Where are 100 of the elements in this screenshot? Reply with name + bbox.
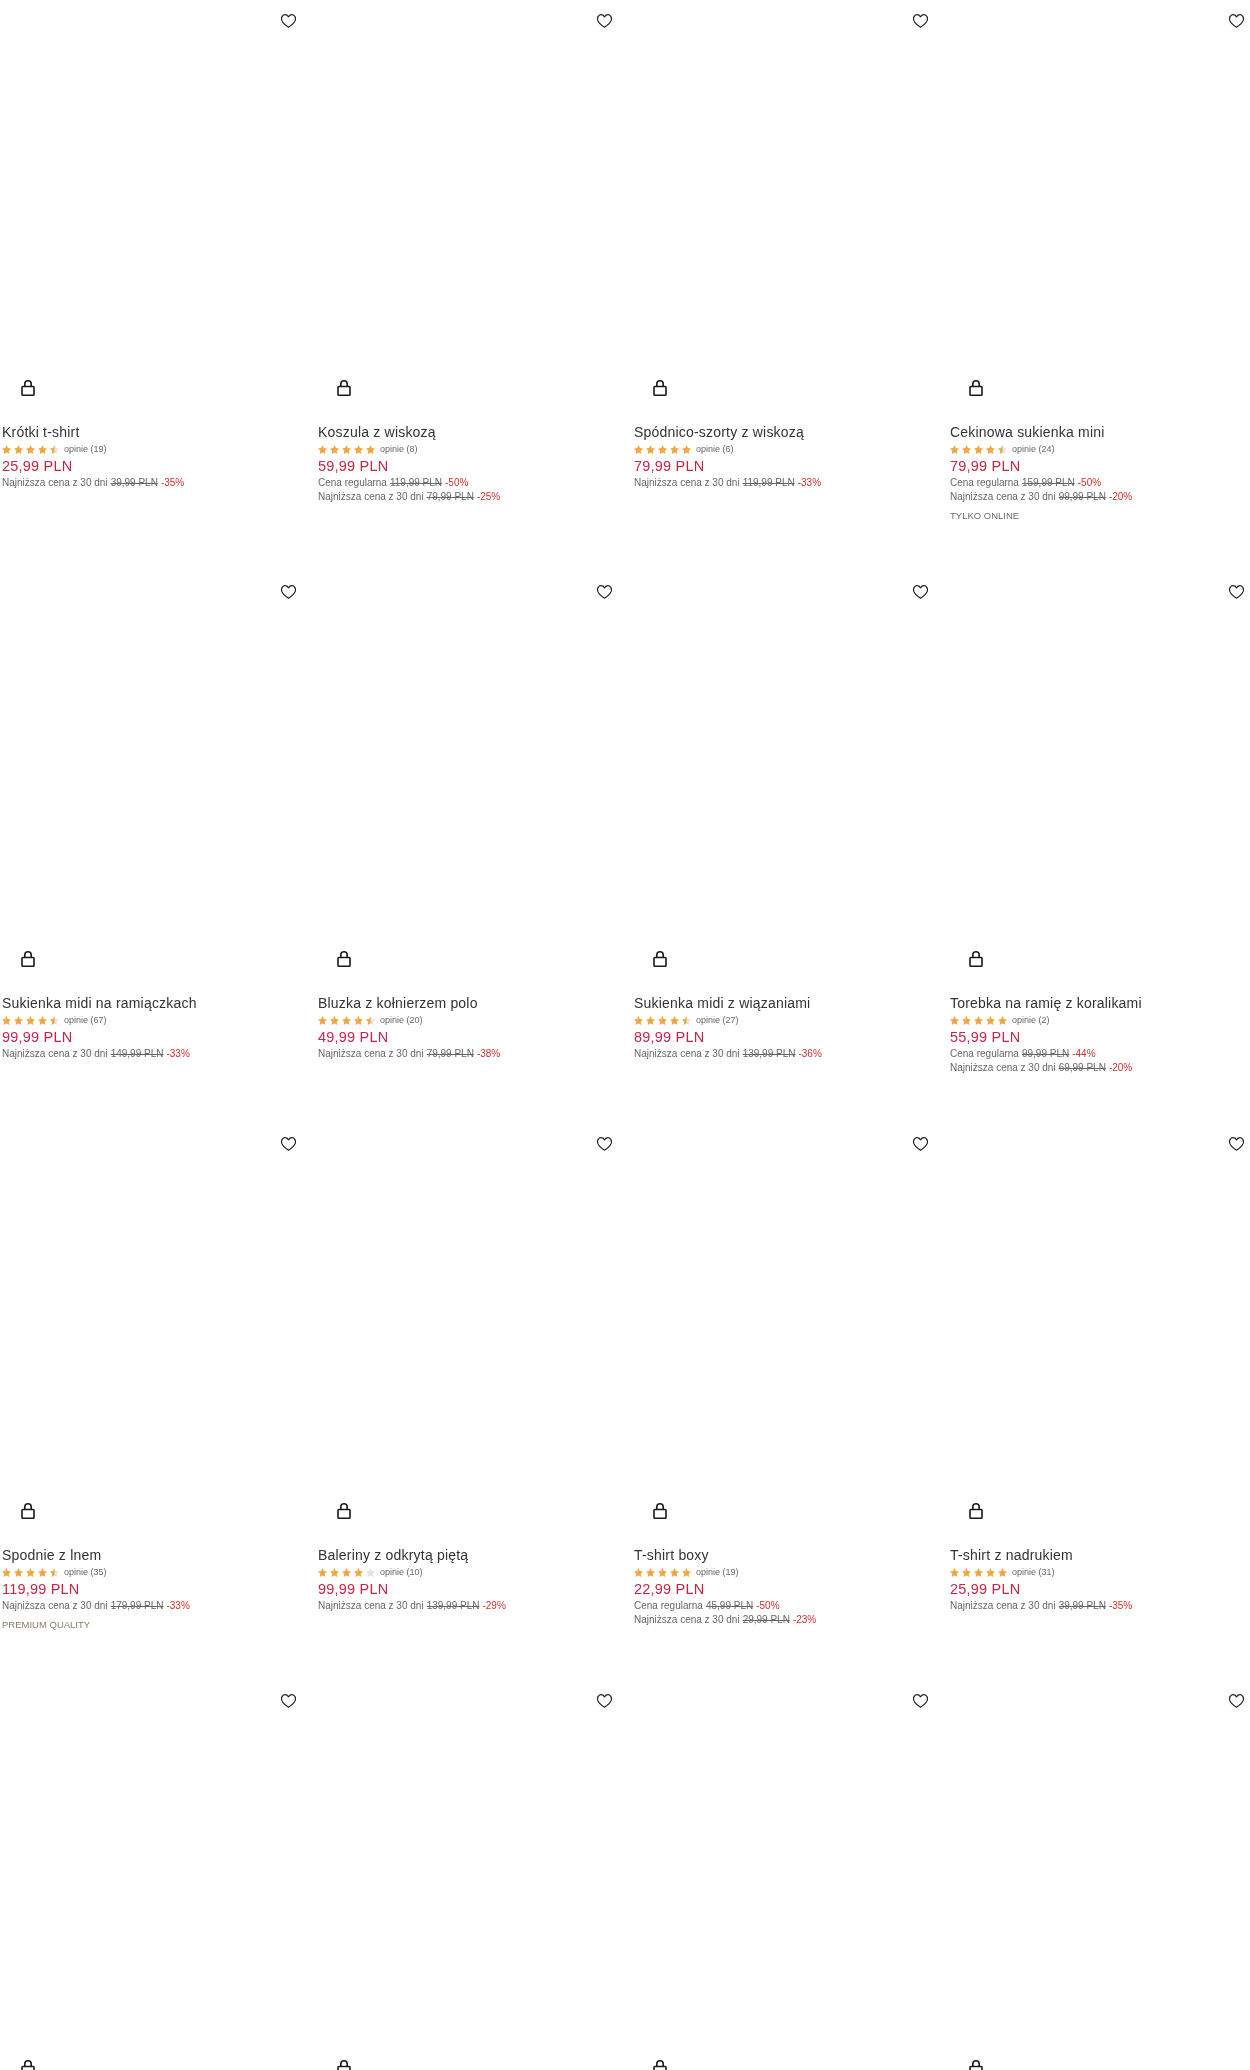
- shopping-bag-icon[interactable]: [21, 1502, 35, 1519]
- shopping-bag-icon[interactable]: [969, 1502, 983, 1519]
- heart-icon[interactable]: [597, 1694, 612, 1708]
- product-title[interactable]: Spódnico-szorty z wiskozą: [634, 422, 804, 442]
- product-title[interactable]: Cekinowa sukienka mini: [950, 422, 1105, 442]
- half-star-icon: [682, 1015, 691, 1025]
- review-count[interactable]: opinie (6): [696, 442, 734, 456]
- heart-icon[interactable]: [597, 14, 612, 28]
- shopping-bag-icon[interactable]: [653, 1502, 667, 1519]
- star-icon: [658, 444, 667, 454]
- old-price: 149,99 PLN: [110, 1047, 164, 1061]
- review-count[interactable]: opinie (10): [380, 1565, 423, 1579]
- price-note-label: Najniższa cena z 30 dni: [634, 476, 740, 490]
- star-icon: [354, 1567, 363, 1577]
- star-icon: [950, 1567, 959, 1577]
- star-icon: [646, 444, 655, 454]
- heart-icon[interactable]: [281, 1694, 296, 1708]
- star-icon: [682, 1567, 691, 1577]
- star-icon: [634, 444, 643, 454]
- old-price: 79,99 PLN: [426, 490, 474, 504]
- star-icon: [646, 1567, 655, 1577]
- review-count[interactable]: opinie (35): [64, 1565, 107, 1579]
- star-icon: [38, 444, 47, 454]
- heart-icon[interactable]: [1229, 14, 1244, 28]
- price: 49,99 PLN: [318, 1028, 389, 1047]
- price-note-label: Cena regularna: [950, 476, 1019, 490]
- old-price: 39,99 PLN: [1058, 1599, 1106, 1613]
- price: 79,99 PLN: [950, 457, 1021, 476]
- price: 59,99 PLN: [318, 457, 389, 476]
- heart-icon[interactable]: [281, 585, 296, 599]
- price: 25,99 PLN: [2, 457, 73, 476]
- review-count[interactable]: opinie (19): [696, 1565, 739, 1579]
- price: 99,99 PLN: [2, 1028, 73, 1047]
- star-icon: [330, 1015, 339, 1025]
- old-price: 119,99 PLN: [389, 476, 442, 490]
- heart-icon[interactable]: [597, 585, 612, 599]
- review-count[interactable]: opinie (2): [1012, 1013, 1050, 1027]
- shopping-bag-icon[interactable]: [337, 379, 351, 396]
- price: 55,99 PLN: [950, 1028, 1021, 1047]
- heart-icon[interactable]: [913, 585, 928, 599]
- product-title[interactable]: Spodnie z lnem: [2, 1545, 102, 1565]
- review-count[interactable]: opinie (8): [380, 442, 418, 456]
- shopping-bag-icon[interactable]: [653, 379, 667, 396]
- heart-icon[interactable]: [913, 1137, 928, 1151]
- old-price: 79,99 PLN: [426, 1047, 474, 1061]
- shopping-bag-icon[interactable]: [653, 950, 667, 967]
- heart-icon[interactable]: [597, 1137, 612, 1151]
- star-icon: [986, 1567, 995, 1577]
- product-title[interactable]: Sukienka midi na ramiączkach: [2, 993, 197, 1013]
- review-count[interactable]: opinie (24): [1012, 442, 1055, 456]
- product-title[interactable]: T-shirt boxy: [634, 1545, 709, 1565]
- discount: -25%: [476, 490, 501, 504]
- heart-icon[interactable]: [913, 1694, 928, 1708]
- discount: -20%: [1108, 1061, 1133, 1075]
- star-icon: [998, 1567, 1007, 1577]
- price-note-label: Najniższa cena z 30 dni: [950, 490, 1056, 504]
- heart-icon[interactable]: [281, 14, 296, 28]
- heart-icon[interactable]: [1229, 1137, 1244, 1151]
- shopping-bag-icon[interactable]: [337, 1502, 351, 1519]
- old-price: 39,99 PLN: [110, 476, 158, 490]
- product-title[interactable]: Sukienka midi z wiązaniami: [634, 993, 811, 1013]
- star-icon: [950, 1015, 959, 1025]
- price: 79,99 PLN: [634, 457, 705, 476]
- heart-icon[interactable]: [913, 14, 928, 28]
- product-title[interactable]: Krótki t-shirt: [2, 422, 80, 442]
- shopping-bag-icon[interactable]: [21, 379, 35, 396]
- review-count[interactable]: opinie (67): [64, 1013, 107, 1027]
- price-note-label: Cena regularna: [318, 476, 387, 490]
- star-icon: [950, 444, 959, 454]
- review-count[interactable]: opinie (20): [380, 1013, 423, 1027]
- old-price: 99,99 PLN: [1021, 1047, 1070, 1061]
- review-count[interactable]: opinie (19): [64, 442, 107, 456]
- price-note-label: Najniższa cena z 30 dni: [2, 1047, 108, 1061]
- half-star-icon: [50, 1567, 59, 1577]
- review-count[interactable]: opinie (27): [696, 1013, 739, 1027]
- star-icon: [318, 444, 327, 454]
- star-icon: [998, 1015, 1007, 1025]
- product-title[interactable]: Koszula z wiskozą: [318, 422, 436, 442]
- old-price: 119,99 PLN: [742, 476, 795, 490]
- star-icon: [342, 444, 351, 454]
- price-note-label: Najniższa cena z 30 dni: [2, 1599, 108, 1613]
- heart-icon[interactable]: [1229, 1694, 1244, 1708]
- product-title[interactable]: T-shirt z nadrukiem: [950, 1545, 1073, 1565]
- star-icon: [670, 1567, 679, 1577]
- heart-icon[interactable]: [281, 1137, 296, 1151]
- product-title[interactable]: Bluzka z kołnierzem polo: [318, 993, 478, 1013]
- shopping-bag-icon[interactable]: [969, 950, 983, 967]
- review-count[interactable]: opinie (31): [1012, 1565, 1055, 1579]
- price-note-label: Najniższa cena z 30 dni: [950, 1599, 1056, 1613]
- shopping-bag-icon[interactable]: [969, 379, 983, 396]
- old-price: 139,99 PLN: [742, 1047, 796, 1061]
- shopping-bag-icon[interactable]: [21, 950, 35, 967]
- product-title[interactable]: Baleriny z odkrytą piętą: [318, 1545, 469, 1565]
- star-icon: [14, 444, 23, 454]
- shopping-bag-icon[interactable]: [337, 950, 351, 967]
- star-icon: [962, 444, 971, 454]
- star-icon: [318, 1567, 327, 1577]
- product-title[interactable]: Torebka na ramię z koralikami: [950, 993, 1142, 1013]
- heart-icon[interactable]: [1229, 585, 1244, 599]
- empty-star-icon: [366, 1567, 375, 1577]
